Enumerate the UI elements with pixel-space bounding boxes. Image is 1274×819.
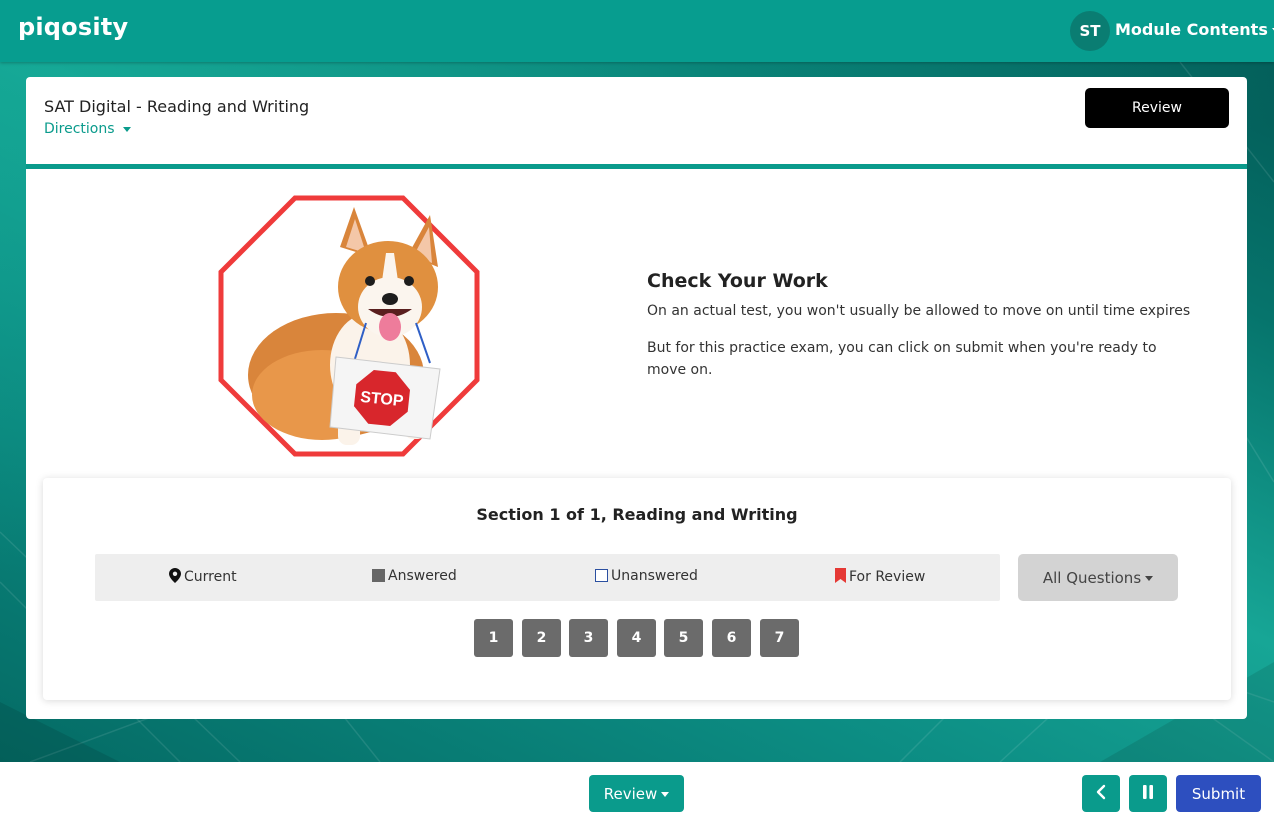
question-button[interactable]: 1: [474, 619, 513, 657]
test-card: SAT Digital - Reading and Writing Direct…: [26, 77, 1247, 719]
legend-unanswered: Unanswered: [595, 568, 698, 584]
user-avatar[interactable]: ST: [1070, 11, 1110, 51]
section-navigator: Section 1 of 1, Reading and Writing Curr…: [43, 478, 1231, 700]
question-button[interactable]: 2: [522, 619, 561, 657]
legend-current: Current: [169, 568, 237, 585]
test-title: SAT Digital - Reading and Writing: [44, 97, 310, 116]
answered-square-icon: [372, 569, 385, 582]
module-contents-label: Module Contents: [1115, 20, 1268, 39]
directions-label: Directions: [44, 121, 115, 137]
check-your-work-text-2: But for this practice exam, you can clic…: [647, 340, 1157, 378]
bottom-toolbar: Review Submit: [0, 762, 1274, 819]
submit-button[interactable]: Submit: [1176, 775, 1261, 812]
directions-dropdown[interactable]: Directions: [44, 121, 131, 137]
unanswered-square-icon: [595, 569, 608, 582]
bookmark-icon: [835, 568, 846, 583]
review-button[interactable]: Review: [1085, 88, 1229, 128]
module-contents-menu[interactable]: Module Contents: [1115, 20, 1274, 39]
legend-answered: Answered: [372, 568, 457, 584]
chevron-down-icon: [122, 126, 131, 132]
review-menu-label: Review: [603, 784, 658, 803]
pause-icon: [1143, 785, 1153, 799]
top-navbar: piqosity ST Module Contents: [0, 0, 1274, 62]
chevron-down-icon: [1145, 575, 1154, 581]
question-button[interactable]: 4: [617, 619, 656, 657]
status-legend: Current Answered Unanswered For Review: [95, 554, 1000, 601]
legend-unanswered-label: Unanswered: [611, 568, 698, 584]
chevron-down-icon: [661, 791, 670, 797]
review-menu-button[interactable]: Review: [589, 775, 684, 812]
check-your-work-text-1: On an actual test, you won't usually be …: [647, 303, 1191, 319]
all-questions-filter[interactable]: All Questions: [1018, 554, 1178, 601]
chevron-left-icon: [1096, 784, 1106, 800]
corgi-stop-sign-illustration: STOP: [218, 195, 480, 457]
legend-current-label: Current: [184, 569, 237, 585]
piqosity-logo[interactable]: piqosity: [18, 13, 128, 41]
question-button[interactable]: 5: [664, 619, 703, 657]
all-questions-label: All Questions: [1042, 568, 1142, 587]
question-button[interactable]: 6: [712, 619, 751, 657]
legend-for-review: For Review: [835, 568, 925, 585]
card-header: SAT Digital - Reading and Writing Direct…: [26, 77, 1247, 169]
previous-button[interactable]: [1082, 775, 1120, 812]
pause-button[interactable]: [1129, 775, 1167, 812]
legend-answered-label: Answered: [388, 568, 457, 584]
question-button[interactable]: 7: [760, 619, 799, 657]
question-button[interactable]: 3: [569, 619, 608, 657]
map-pin-icon: [169, 568, 181, 583]
legend-for-review-label: For Review: [849, 569, 926, 585]
section-title: Section 1 of 1, Reading and Writing: [476, 505, 798, 524]
check-your-work-heading: Check Your Work: [647, 270, 828, 292]
